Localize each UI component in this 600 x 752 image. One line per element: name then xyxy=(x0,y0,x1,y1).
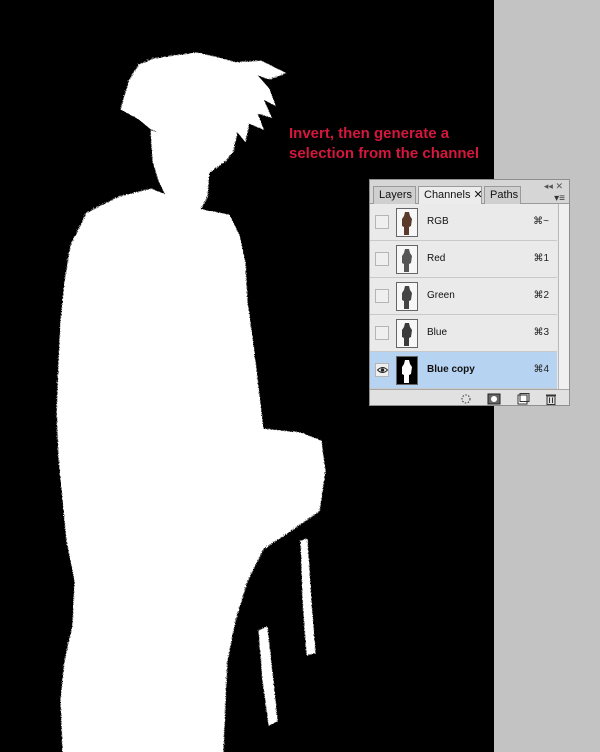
channel-name: Blue xyxy=(427,327,448,338)
close-panel-icon[interactable]: ✕ xyxy=(555,181,563,191)
channel-row-rgb[interactable]: RGB ⌘~ xyxy=(370,204,557,241)
channel-thumbnail xyxy=(396,208,418,237)
visibility-toggle[interactable] xyxy=(375,252,389,266)
panel-footer xyxy=(370,389,569,405)
tab-paths-label: Paths xyxy=(490,189,519,201)
tab-layers-label: Layers xyxy=(379,189,413,201)
channel-list: RGB ⌘~ Red ⌘1 Green ⌘2 Blue ⌘3 Blue copy… xyxy=(370,204,557,389)
visibility-toggle[interactable] xyxy=(375,289,389,303)
collapse-glyph: ◂◂ xyxy=(543,181,553,191)
save-selection-as-channel-icon[interactable] xyxy=(487,392,501,405)
channel-name: Green xyxy=(427,290,455,301)
channels-panel: Layers Channels ✕ Paths ◂◂ ✕ ▾≡ RGB ⌘~ Re… xyxy=(369,179,570,406)
panel-menu-icon[interactable]: ▾≡ xyxy=(554,194,565,204)
channel-row-green[interactable]: Green ⌘2 xyxy=(370,278,557,315)
tab-layers[interactable]: Layers xyxy=(373,186,416,204)
new-channel-icon[interactable] xyxy=(516,392,530,405)
channel-thumbnail xyxy=(396,282,418,311)
visibility-toggle[interactable] xyxy=(375,215,389,229)
channel-shortcut: ⌘2 xyxy=(533,290,549,301)
trash-icon[interactable] xyxy=(544,392,558,405)
visibility-toggle[interactable] xyxy=(375,326,389,340)
channel-shortcut: ⌘1 xyxy=(533,253,549,264)
channel-row-blue-copy[interactable]: Blue copy ⌘4 xyxy=(370,352,557,389)
annotation-text: Invert, then generate a selection from t… xyxy=(289,124,479,164)
channel-name: RGB xyxy=(427,216,449,227)
channel-row-blue[interactable]: Blue ⌘3 xyxy=(370,315,557,352)
annotation-line-2: selection from the channel xyxy=(289,145,480,162)
channel-thumbnail xyxy=(396,245,418,274)
channel-thumbnail xyxy=(396,319,418,348)
channel-name: Red xyxy=(427,253,446,264)
channel-shortcut: ⌘~ xyxy=(533,216,549,227)
visibility-toggle[interactable] xyxy=(375,363,389,377)
channel-name: Blue copy xyxy=(427,364,475,375)
collapse-panel-icon[interactable]: ◂◂ ✕ xyxy=(544,182,563,191)
scrollbar[interactable] xyxy=(558,204,569,389)
tab-close-icon[interactable]: ✕ xyxy=(473,189,482,201)
tab-channels-label: Channels xyxy=(424,189,471,201)
channel-thumbnail xyxy=(396,356,418,385)
channel-shortcut: ⌘3 xyxy=(533,327,549,338)
load-channel-as-selection-icon[interactable] xyxy=(459,392,473,404)
channel-shortcut: ⌘4 xyxy=(533,364,549,375)
panel-tab-bar: Layers Channels ✕ Paths ◂◂ ✕ ▾≡ xyxy=(370,180,569,204)
channel-row-red[interactable]: Red ⌘1 xyxy=(370,241,557,278)
eye-icon xyxy=(377,367,388,373)
tab-channels[interactable]: Channels ✕ xyxy=(418,186,483,204)
annotation-line-1: Invert, then generate a xyxy=(289,125,450,142)
tab-paths[interactable]: Paths xyxy=(484,186,521,204)
